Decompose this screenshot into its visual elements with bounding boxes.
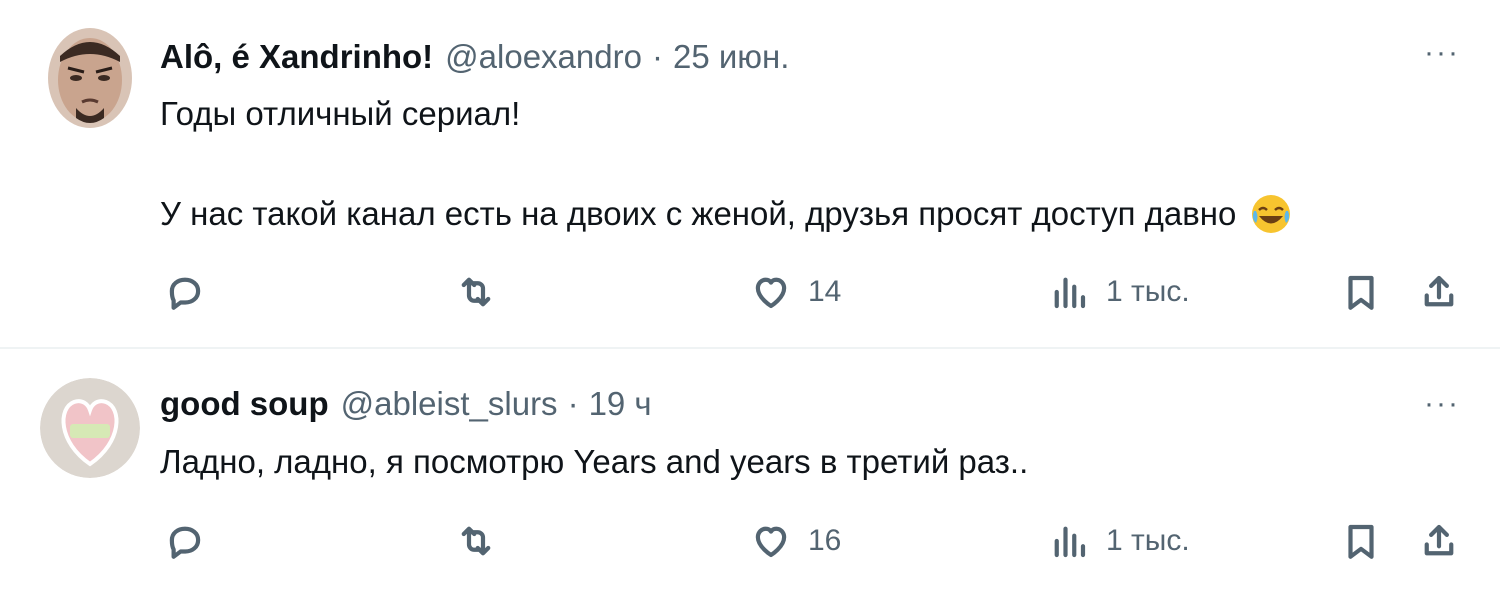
share-button[interactable] bbox=[1418, 266, 1460, 318]
author-handle[interactable]: @ableist_slurs bbox=[341, 385, 558, 423]
views-icon bbox=[1054, 526, 1086, 558]
reply-button[interactable] bbox=[164, 266, 206, 318]
avatar[interactable] bbox=[48, 28, 132, 128]
share-button[interactable] bbox=[1418, 515, 1460, 567]
views-count: 1 тыс. bbox=[1106, 275, 1190, 308]
author-name[interactable]: good soup bbox=[160, 385, 329, 423]
bookmark-icon bbox=[1348, 524, 1374, 559]
tweet-actions: 14 1 тыс. bbox=[160, 266, 1460, 318]
reply-icon bbox=[169, 526, 201, 559]
retweet-button[interactable] bbox=[455, 515, 497, 567]
author-name[interactable]: Alô, é Xandrinho! bbox=[160, 38, 433, 76]
like-count: 16 bbox=[808, 524, 842, 557]
like-icon bbox=[755, 526, 787, 558]
reply-icon bbox=[169, 277, 201, 310]
face-with-tears-of-joy-icon bbox=[1252, 195, 1291, 233]
tweet[interactable]: Alô, é Xandrinho! @aloexandro · 25 июн. … bbox=[0, 0, 1500, 348]
author-handle[interactable]: @aloexandro bbox=[445, 38, 642, 76]
tweet-text-line: У нас такой канал есть на двоих с женой,… bbox=[160, 192, 1292, 236]
share-icon bbox=[1424, 524, 1454, 556]
more-options-icon[interactable]: ··· bbox=[1424, 389, 1460, 419]
more-options-icon[interactable]: ··· bbox=[1424, 38, 1460, 68]
like-count: 14 bbox=[808, 275, 842, 308]
like-button[interactable]: 14 bbox=[750, 266, 841, 318]
bookmark-button[interactable] bbox=[1340, 515, 1382, 567]
separator: · bbox=[651, 38, 663, 75]
retweet-icon bbox=[461, 277, 491, 307]
tweet-text-line: Ладно, ладно, я посмотрю Years and years… bbox=[160, 443, 1029, 480]
share-icon bbox=[1424, 275, 1454, 307]
bookmark-icon bbox=[1348, 275, 1374, 310]
avatar[interactable] bbox=[40, 378, 140, 478]
tweet-header: Alô, é Xandrinho! @aloexandro · 25 июн. bbox=[160, 38, 789, 78]
views-button[interactable]: 1 тыс. bbox=[1048, 515, 1190, 567]
views-icon bbox=[1054, 277, 1086, 309]
like-icon bbox=[755, 277, 787, 309]
views-count: 1 тыс. bbox=[1106, 524, 1190, 557]
reply-button[interactable] bbox=[164, 515, 206, 567]
tweet-actions: 16 1 тыс. bbox=[160, 515, 1460, 567]
timestamp[interactable]: 19 ч bbox=[589, 385, 652, 423]
tweet-text-line: Годы отличный сериал! bbox=[160, 95, 521, 132]
bookmark-button[interactable] bbox=[1340, 266, 1382, 318]
retweet-button[interactable] bbox=[455, 266, 497, 318]
timestamp[interactable]: 25 июн. bbox=[673, 38, 789, 76]
separator: · bbox=[567, 385, 579, 422]
like-button[interactable]: 16 bbox=[750, 515, 841, 567]
views-button[interactable]: 1 тыс. bbox=[1048, 266, 1190, 318]
retweet-icon bbox=[461, 526, 491, 556]
tweet-text: У нас такой канал есть на двоих с женой,… bbox=[160, 195, 1237, 232]
tweet-header: good soup @ableist_slurs · 19 ч bbox=[160, 385, 652, 425]
